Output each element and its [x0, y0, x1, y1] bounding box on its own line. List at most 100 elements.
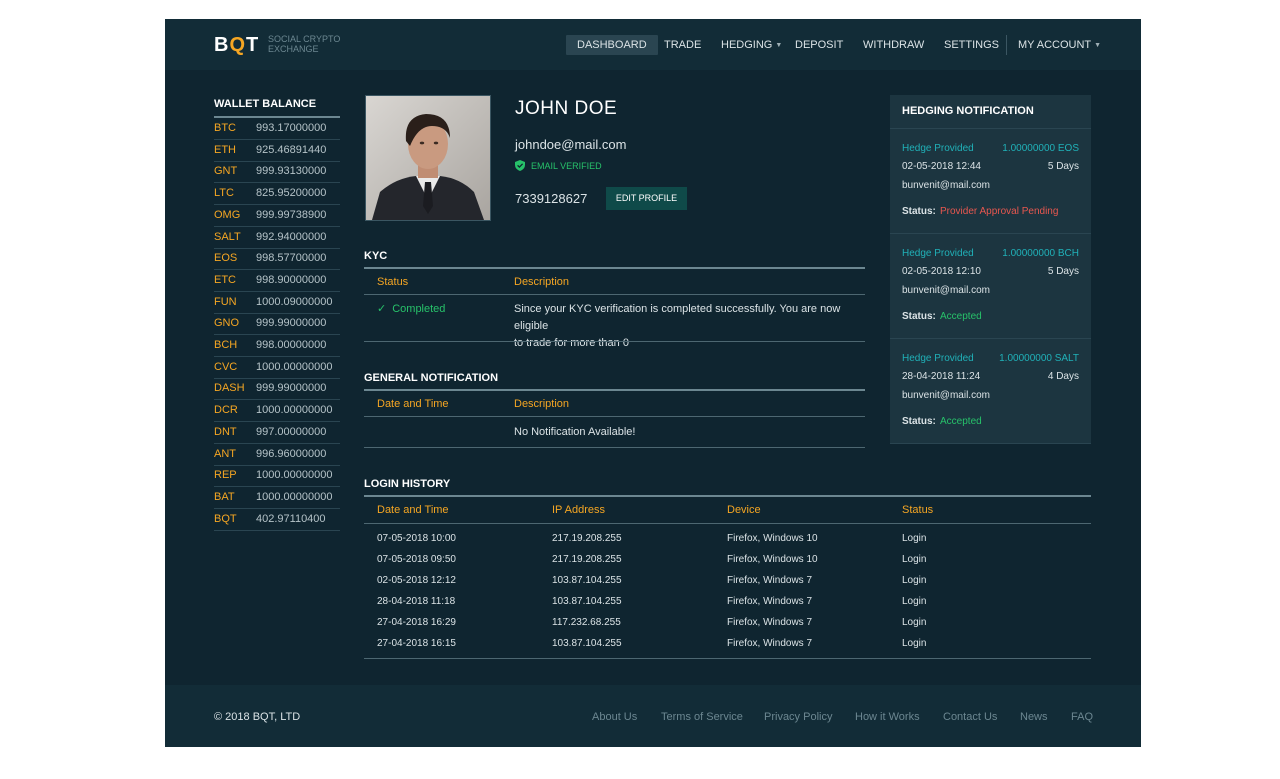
wallet-balance-value: 992.94000000 — [256, 230, 327, 243]
top-navbar: BQT SOCIAL CRYPTO EXCHANGE DASHBOARD TRA… — [165, 19, 1141, 70]
wallet-balance-value: 1000.00000000 — [256, 490, 333, 503]
wallet-balance-value: 999.99738900 — [256, 208, 327, 221]
wallet-row[interactable]: GNT 999.93130000 — [214, 161, 340, 184]
nav-withdraw[interactable]: WITHDRAW — [863, 35, 924, 55]
login-header-ip: IP Address — [552, 504, 605, 516]
wallet-symbol: BCH — [214, 339, 238, 351]
wallet-row[interactable]: BAT 1000.00000000 — [214, 487, 340, 509]
general-notification-header-rule — [364, 416, 865, 417]
footer-link-how-it-works[interactable]: How it Works — [855, 711, 920, 723]
login-ip-cell: 117.232.68.255 — [552, 616, 621, 628]
nav-deposit[interactable]: DEPOSIT — [795, 35, 843, 55]
wallet-row[interactable]: BTC 993.17000000 — [214, 118, 340, 140]
hedge-status-value: Accepted — [940, 416, 982, 427]
general-notification-top-rule — [364, 389, 865, 391]
wallet-row[interactable]: DNT 997.00000000 — [214, 422, 340, 444]
footer-link-news[interactable]: News — [1020, 711, 1048, 723]
login-history-title: LOGIN HISTORY — [364, 478, 451, 490]
nav-hedging-label: HEDGING — [721, 39, 773, 51]
wallet-row[interactable]: BQT 402.97110400 — [214, 509, 340, 531]
hedging-item[interactable]: Hedge Provided 1.00000000 EOS 02-05-2018 1… — [890, 129, 1091, 234]
wallet-symbol: DCR — [214, 404, 238, 417]
wallet-balance-value: 993.17000000 — [256, 122, 327, 134]
hedge-amount: 1.00000000 SALT — [999, 353, 1079, 364]
footer-link-privacy[interactable]: Privacy Policy — [764, 711, 832, 723]
hedging-item[interactable]: Hedge Provided 1.00000000 SALT 28-04-2018 … — [890, 339, 1091, 444]
hedge-status-label: Status: — [902, 416, 936, 427]
footer-link-terms[interactable]: Terms of Service — [661, 711, 743, 723]
hedge-status-value: Provider Approval Pending — [940, 206, 1059, 217]
login-date-cell: 07-05-2018 09:50 — [377, 553, 456, 565]
login-status-cell: Login — [902, 533, 927, 544]
wallet-row[interactable]: BCH 998.00000000 — [214, 335, 340, 357]
wallet-row[interactable]: CVC 1000.00000000 — [214, 357, 340, 379]
footer-link-contact[interactable]: Contact Us — [943, 711, 997, 723]
nav-dashboard[interactable]: DASHBOARD — [566, 35, 658, 55]
logo[interactable]: BQT — [214, 34, 259, 57]
login-history-top-rule — [364, 495, 1091, 497]
wallet-balance-value: 998.00000000 — [256, 339, 327, 351]
hedge-email: bunvenit@mail.com — [902, 285, 990, 296]
check-icon: ✓ — [377, 303, 387, 315]
hedge-duration: 5 Days — [1047, 161, 1079, 172]
wallet-balance-value: 998.57700000 — [256, 252, 327, 265]
hedging-item[interactable]: Hedge Provided 1.00000000 BCH 02-05-2018 1… — [890, 234, 1091, 339]
wallet-row[interactable]: ETH 925.46891440 — [214, 140, 340, 162]
nav-my-account-label: MY ACCOUNT — [1018, 39, 1092, 51]
profile-email: johndoe@mail.com — [515, 137, 627, 152]
wallet-row[interactable]: EOS 998.57700000 — [214, 248, 340, 271]
wallet-row[interactable]: OMG 999.99738900 — [214, 205, 340, 227]
nav-trade[interactable]: TRADE — [664, 35, 701, 55]
login-status-cell: Login — [902, 616, 927, 628]
nav-settings[interactable]: SETTINGS — [944, 35, 999, 55]
hedge-email: bunvenit@mail.com — [902, 180, 990, 191]
login-status-cell: Login — [902, 637, 927, 649]
kyc-top-rule — [364, 267, 865, 269]
footer-link-about[interactable]: About Us — [592, 711, 637, 723]
edit-profile-button[interactable]: EDIT PROFILE — [606, 187, 687, 210]
logo-q-letter: Q — [229, 34, 247, 56]
wallet-row[interactable]: ANT 996.96000000 — [214, 444, 340, 466]
kyc-description-line1: Since your KYC verification is completed… — [514, 303, 841, 332]
profile-phone: 7339128627 — [515, 191, 588, 206]
wallet-balance-value: 999.93130000 — [256, 165, 327, 178]
wallet-balance-value: 1000.00000000 — [256, 360, 333, 373]
nav-my-account[interactable]: MY ACCOUNT ▼ — [1018, 35, 1101, 55]
wallet-balance-value: 1000.00000000 — [256, 469, 333, 482]
app-frame: BQT SOCIAL CRYPTO EXCHANGE DASHBOARD TRA… — [165, 19, 1141, 747]
wallet-row[interactable]: ETC 998.90000000 — [214, 270, 340, 292]
nav-hedging[interactable]: HEDGING ▼ — [721, 35, 782, 55]
hedge-duration: 5 Days — [1047, 266, 1079, 277]
wallet-symbol: BTC — [214, 122, 236, 134]
hedge-date: 02-05-2018 12:44 — [902, 161, 981, 172]
hedge-amount: 1.00000000 EOS — [1002, 143, 1079, 154]
wallet-balance-value: 1000.09000000 — [256, 295, 333, 308]
login-ip-cell: 103.87.104.255 — [552, 595, 622, 607]
footer-link-faq[interactable]: FAQ — [1071, 711, 1093, 723]
kyc-description-line2: to trade for more than 0 — [514, 337, 629, 349]
avatar-image — [366, 96, 490, 220]
wallet-row[interactable]: REP 1000.00000000 — [214, 465, 340, 488]
wallet-row[interactable]: LTC 825.95200000 — [214, 183, 340, 206]
login-status-cell: Login — [902, 595, 927, 607]
kyc-header-description: Description — [514, 276, 570, 288]
login-ip-cell: 217.19.208.255 — [552, 533, 622, 544]
login-header-date: Date and Time — [377, 504, 449, 516]
wallet-symbol: OMG — [214, 208, 241, 221]
kyc-title: KYC — [364, 250, 388, 262]
logo-tagline: SOCIAL CRYPTO EXCHANGE — [268, 34, 340, 54]
wallet-balance-value: 999.99000000 — [256, 317, 327, 330]
wallet-row[interactable]: GNO 999.99000000 — [214, 313, 340, 336]
wallet-row[interactable]: FUN 1000.09000000 — [214, 292, 340, 314]
wallet-row[interactable]: DCR 1000.00000000 — [214, 400, 340, 423]
wallet-symbol: GNO — [214, 317, 240, 330]
login-date-cell: 27-04-2018 16:15 — [377, 637, 456, 649]
hedge-label: Hedge Provided — [902, 353, 974, 364]
wallet-symbol: ANT — [214, 447, 236, 460]
wallet-row[interactable]: DASH 999.99000000 — [214, 378, 340, 401]
wallet-symbol: REP — [214, 469, 237, 482]
kyc-status-value: Completed — [392, 303, 446, 315]
wallet-row[interactable]: SALT 992.94000000 — [214, 227, 340, 249]
kyc-bottom-rule — [364, 341, 865, 342]
hedge-label: Hedge Provided — [902, 248, 974, 259]
